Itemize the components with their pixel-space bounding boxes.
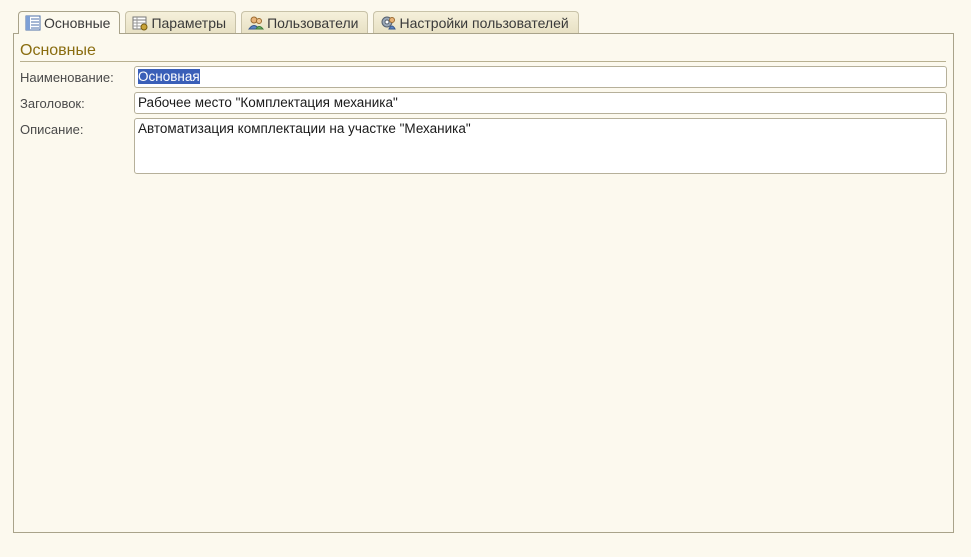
header-label: Заголовок:	[20, 96, 85, 111]
name-field-value: Основная	[138, 69, 200, 84]
description-field[interactable]: Автоматизация комплектации на участке "М…	[134, 118, 947, 174]
tab-user-settings-label: Настройки пользователей	[399, 14, 569, 31]
main-tab-panel: Основные Наименование: Основная Заголово…	[13, 33, 954, 533]
list-icon	[25, 15, 41, 31]
description-field-value: Автоматизация комплектации на участке "М…	[138, 121, 471, 136]
settings-table-icon	[132, 15, 148, 31]
group-divider	[20, 61, 946, 62]
name-field[interactable]: Основная	[134, 66, 947, 88]
name-label: Наименование:	[20, 70, 114, 85]
tab-users[interactable]: Пользователи	[241, 11, 369, 33]
tab-main[interactable]: Основные	[18, 11, 121, 34]
tab-users-label: Пользователи	[267, 14, 359, 31]
tab-parameters-label: Параметры	[151, 14, 227, 31]
users-icon	[248, 15, 265, 31]
tab-main-label: Основные	[44, 15, 111, 31]
user-settings-icon	[380, 15, 397, 31]
tab-user-settings[interactable]: Настройки пользователей	[373, 11, 579, 33]
group-title: Основные	[20, 42, 96, 59]
tab-bar: Основные Параметры Пользователи Настройк…	[18, 11, 579, 34]
description-label: Описание:	[20, 122, 84, 137]
header-field[interactable]: Рабочее место "Комплектация механика"	[134, 92, 947, 114]
header-field-value: Рабочее место "Комплектация механика"	[138, 95, 398, 110]
tab-parameters[interactable]: Параметры	[125, 11, 237, 33]
